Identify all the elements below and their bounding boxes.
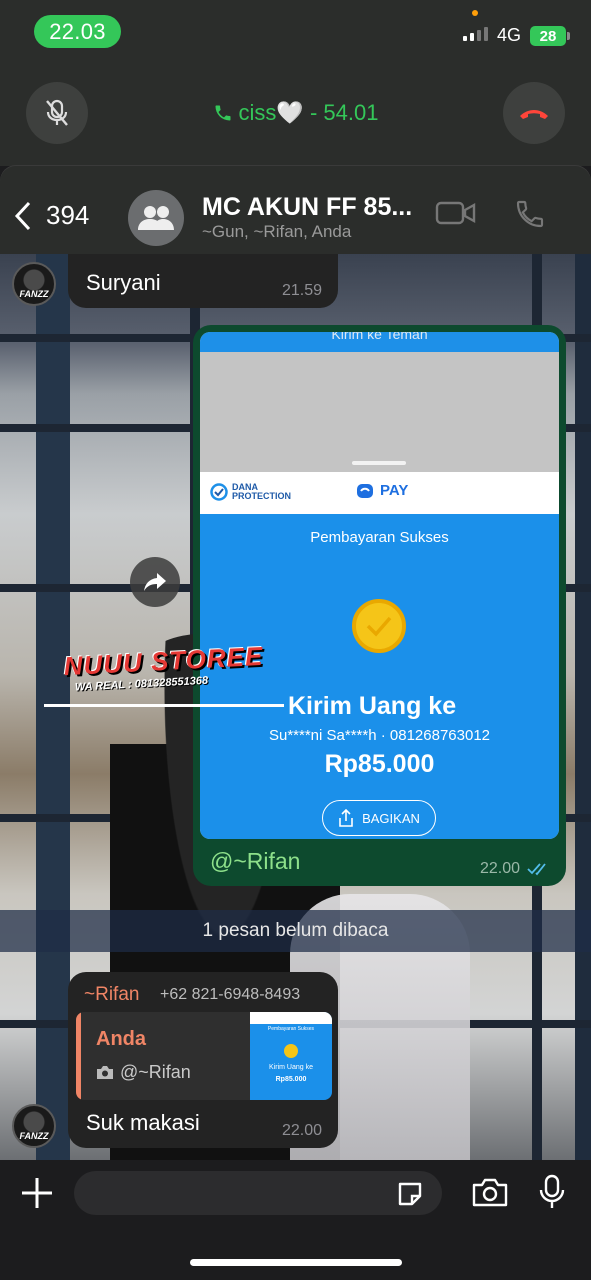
signal-icon bbox=[463, 27, 488, 41]
quoted-caption-row: @~Rifan bbox=[96, 1062, 191, 1083]
success-coin-icon bbox=[352, 599, 406, 653]
thumbnail-amount: Rp85.000 bbox=[275, 1076, 307, 1083]
group-avatar[interactable] bbox=[128, 190, 184, 246]
quoted-thumbnail: Pembayaran Sukses Kirim Uang ke Rp85.000 bbox=[250, 1012, 332, 1100]
thumbnail-header bbox=[250, 1012, 332, 1024]
chat-header: 394 MC AKUN FF 85... ~Gun, ~Rifan, Anda bbox=[0, 166, 591, 254]
share-arrow-icon bbox=[144, 573, 166, 591]
message-time: 21.59 bbox=[281, 282, 322, 299]
quoted-message[interactable]: Anda @~Rifan Pembayaran Sukses Kirim Uan… bbox=[76, 1012, 332, 1100]
screenshot-top-text: Kirim ke Teman bbox=[331, 332, 428, 342]
battery-icon: 28 bbox=[530, 26, 570, 46]
dana-logo-icon bbox=[357, 483, 373, 498]
dana-protection-logo: DANA PROTECTION bbox=[210, 483, 291, 501]
message-input[interactable] bbox=[74, 1171, 442, 1215]
dana-shield-icon bbox=[210, 483, 228, 501]
payment-status: Pembayaran Sukses bbox=[310, 529, 449, 546]
unread-divider: 1 pesan belum dibaca bbox=[0, 910, 591, 952]
network-label: 4G bbox=[497, 25, 522, 45]
voice-call-icon[interactable] bbox=[514, 198, 546, 230]
image-caption[interactable]: @~Rifan bbox=[210, 848, 300, 875]
reply-sender-phone: +62 821-6948-8493 bbox=[160, 986, 301, 1003]
pay-label: PAY bbox=[380, 482, 409, 499]
payment-title: Kirim Uang ke bbox=[288, 692, 457, 720]
share-icon bbox=[339, 809, 353, 827]
sender-avatar[interactable]: FANZZ bbox=[12, 262, 56, 306]
message-time: 22.00 bbox=[480, 860, 521, 877]
home-indicator[interactable] bbox=[190, 1259, 402, 1266]
video-call-icon[interactable] bbox=[435, 200, 477, 226]
chat-area[interactable]: FANZZ Suryani 21.59 Kirim ke Teman DANA P… bbox=[0, 254, 591, 1160]
privacy-indicator-dot bbox=[472, 10, 478, 16]
status-time-pill[interactable]: 22.03 bbox=[34, 15, 121, 48]
dana-pay-logo: PAY bbox=[356, 482, 408, 499]
forward-button[interactable] bbox=[130, 557, 180, 607]
composer-bar bbox=[0, 1160, 591, 1280]
back-button[interactable]: 394 bbox=[14, 200, 89, 231]
status-bar: 22.03 4G 28 bbox=[0, 0, 591, 62]
ongoing-call-bar[interactable]: ciss🤍 - 54.01 bbox=[0, 62, 591, 166]
plus-icon[interactable] bbox=[20, 1176, 54, 1210]
group-members[interactable]: ~Gun, ~Rifan, Anda bbox=[202, 222, 351, 242]
hang-up-icon bbox=[520, 110, 548, 119]
sheet-handle bbox=[352, 461, 406, 465]
thumbnail-title: Kirim Uang ke bbox=[269, 1064, 313, 1071]
phone-icon bbox=[215, 105, 231, 121]
share-button: BAGIKAN bbox=[322, 800, 436, 836]
camera-icon[interactable] bbox=[472, 1177, 508, 1207]
message-text: Suk makasi bbox=[86, 1110, 200, 1135]
payment-recipient: Su****ni Sa****h · 081268763012 bbox=[268, 727, 490, 744]
thumbnail-status: Pembayaran Sukses bbox=[267, 1026, 315, 1032]
payment-amount: Rp85.000 bbox=[324, 750, 435, 778]
quote-accent-bar bbox=[76, 1012, 81, 1100]
message-time: 22.00 bbox=[281, 1122, 322, 1139]
share-label: BAGIKAN bbox=[362, 810, 420, 826]
group-name[interactable]: MC AKUN FF 85... bbox=[202, 193, 412, 222]
chevron-left-icon bbox=[14, 201, 31, 230]
sticker-icon[interactable] bbox=[396, 1180, 424, 1208]
end-call-button[interactable] bbox=[503, 82, 565, 144]
dana-protection-line2: PROTECTION bbox=[232, 491, 292, 501]
thumbnail-coin-icon bbox=[284, 1044, 298, 1058]
camera-icon bbox=[97, 1066, 113, 1079]
watermark-line bbox=[44, 704, 284, 707]
quoted-caption: @~Rifan bbox=[120, 1062, 191, 1082]
quoted-author: Anda bbox=[96, 1028, 146, 1050]
caller-name: ciss🤍 - 54.01 bbox=[238, 100, 379, 125]
read-receipt-icon bbox=[527, 863, 546, 876]
mic-icon[interactable] bbox=[539, 1174, 565, 1210]
unread-count: 394 bbox=[46, 200, 90, 230]
message-text: Suryani bbox=[86, 270, 161, 295]
group-icon bbox=[138, 206, 174, 230]
message-bubble[interactable]: Suryani 21.59 bbox=[68, 254, 338, 308]
sender-avatar[interactable]: FANZZ bbox=[12, 1104, 56, 1148]
payment-screenshot[interactable]: Kirim ke Teman DANA PROTECTION PAY Pembay… bbox=[200, 332, 559, 839]
reply-sender[interactable]: ~Rifan bbox=[84, 984, 139, 1006]
